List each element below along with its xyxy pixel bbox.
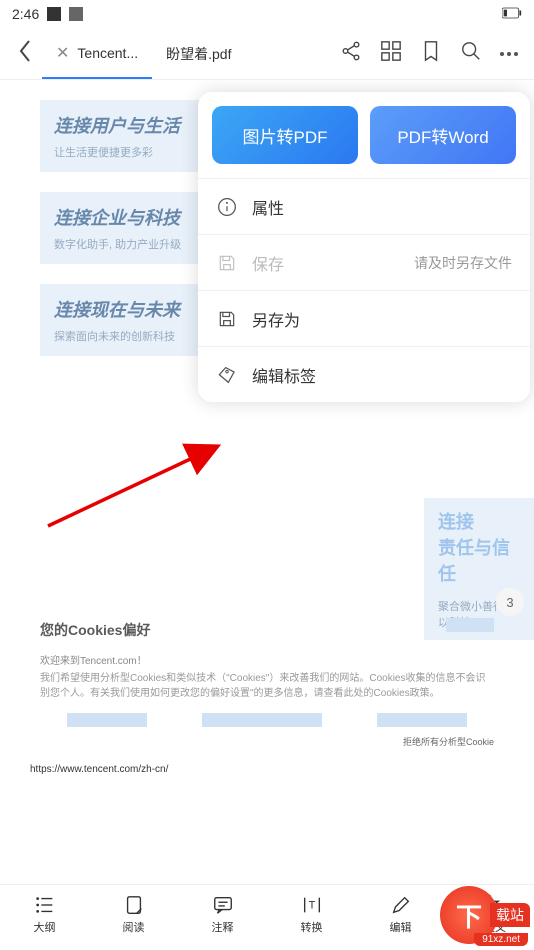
bookmark-icon[interactable] [420, 40, 442, 67]
tab-pdf[interactable]: 盼望着.pdf [152, 28, 245, 79]
nav-label: 阅读 [123, 919, 145, 935]
tag-icon [216, 364, 238, 386]
nav-edit[interactable]: 编辑 [356, 885, 445, 944]
back-button[interactable] [8, 31, 42, 76]
nav-label: 大纲 [34, 919, 56, 935]
menu-hint: 请及时另存文件 [414, 253, 512, 273]
menu-label: 属性 [252, 195, 512, 219]
watermark-text: 载站 [490, 903, 530, 927]
menu-save-as[interactable]: 另存为 [198, 290, 530, 346]
share-icon[interactable] [340, 40, 362, 67]
status-time: 2:46 [12, 6, 39, 22]
nav-label: 转换 [301, 919, 323, 935]
status-indicator-1 [47, 7, 61, 21]
annotate-icon [211, 894, 235, 916]
search-icon[interactable] [460, 40, 482, 67]
context-menu: 图片转PDF PDF转Word 属性 保存 请及时另存文件 另存为 编辑标签 [198, 92, 530, 402]
watermark: 下 载站 91xz.net [440, 886, 530, 944]
nav-label: 编辑 [390, 919, 412, 935]
grid-icon[interactable] [380, 40, 402, 67]
menu-edit-tags[interactable]: 编辑标签 [198, 346, 530, 402]
nav-outline[interactable]: 大纲 [0, 885, 89, 944]
nav-convert[interactable]: T 转换 [267, 885, 356, 944]
nav-read[interactable]: 阅读 [89, 885, 178, 944]
outline-icon [33, 894, 57, 916]
watermark-url: 91xz.net [474, 933, 528, 946]
cookies-desc: 我们希望使用分析型Cookies和类似技术（"Cookies"）来改善我们的网站… [40, 671, 494, 701]
read-icon [122, 894, 146, 916]
svg-text:T: T [308, 900, 315, 912]
battery-icon [502, 6, 522, 22]
convert-icon: T [300, 894, 324, 916]
cookies-banner: 您的Cookies偏好 欢迎来到Tencent.com！ 我们希望使用分析型Co… [0, 608, 534, 760]
convert-pdf-to-word-button[interactable]: PDF转Word [370, 106, 516, 164]
close-icon[interactable]: ✕ [56, 43, 69, 63]
status-indicator-2 [69, 7, 83, 21]
edit-icon [389, 894, 413, 916]
cookies-welcome: 欢迎来到Tencent.com！ [40, 652, 494, 667]
cookies-button-placeholder [202, 713, 322, 727]
nav-annotate[interactable]: 注释 [178, 885, 267, 944]
tab-tencent[interactable]: ✕ Tencent... [42, 28, 152, 79]
convert-image-to-pdf-button[interactable]: 图片转PDF [212, 106, 358, 164]
info-icon [216, 196, 238, 218]
menu-save: 保存 请及时另存文件 [198, 234, 530, 290]
nav-label: 注释 [212, 919, 234, 935]
side-title: 连接 [438, 508, 524, 534]
cookies-button-placeholder [67, 713, 147, 727]
page-number: 3 [496, 588, 524, 616]
reject-cookies: 拒绝所有分析型Cookie [40, 735, 494, 748]
more-icon[interactable] [500, 52, 518, 56]
menu-label: 另存为 [252, 307, 512, 331]
cookies-button-placeholder [377, 713, 467, 727]
side-title: 责任与信任 [438, 534, 524, 586]
tab-bar: ✕ Tencent... 盼望着.pdf [0, 28, 534, 80]
save-icon [216, 252, 238, 274]
annotation-arrow [38, 436, 238, 541]
menu-properties[interactable]: 属性 [198, 178, 530, 234]
menu-label: 编辑标签 [252, 363, 512, 387]
tab-label: 盼望着.pdf [166, 44, 231, 64]
menu-label: 保存 [252, 251, 400, 275]
tab-label: Tencent... [77, 45, 138, 61]
save-as-icon [216, 308, 238, 330]
page-url: https://www.tencent.com/zh-cn/ [0, 760, 534, 775]
